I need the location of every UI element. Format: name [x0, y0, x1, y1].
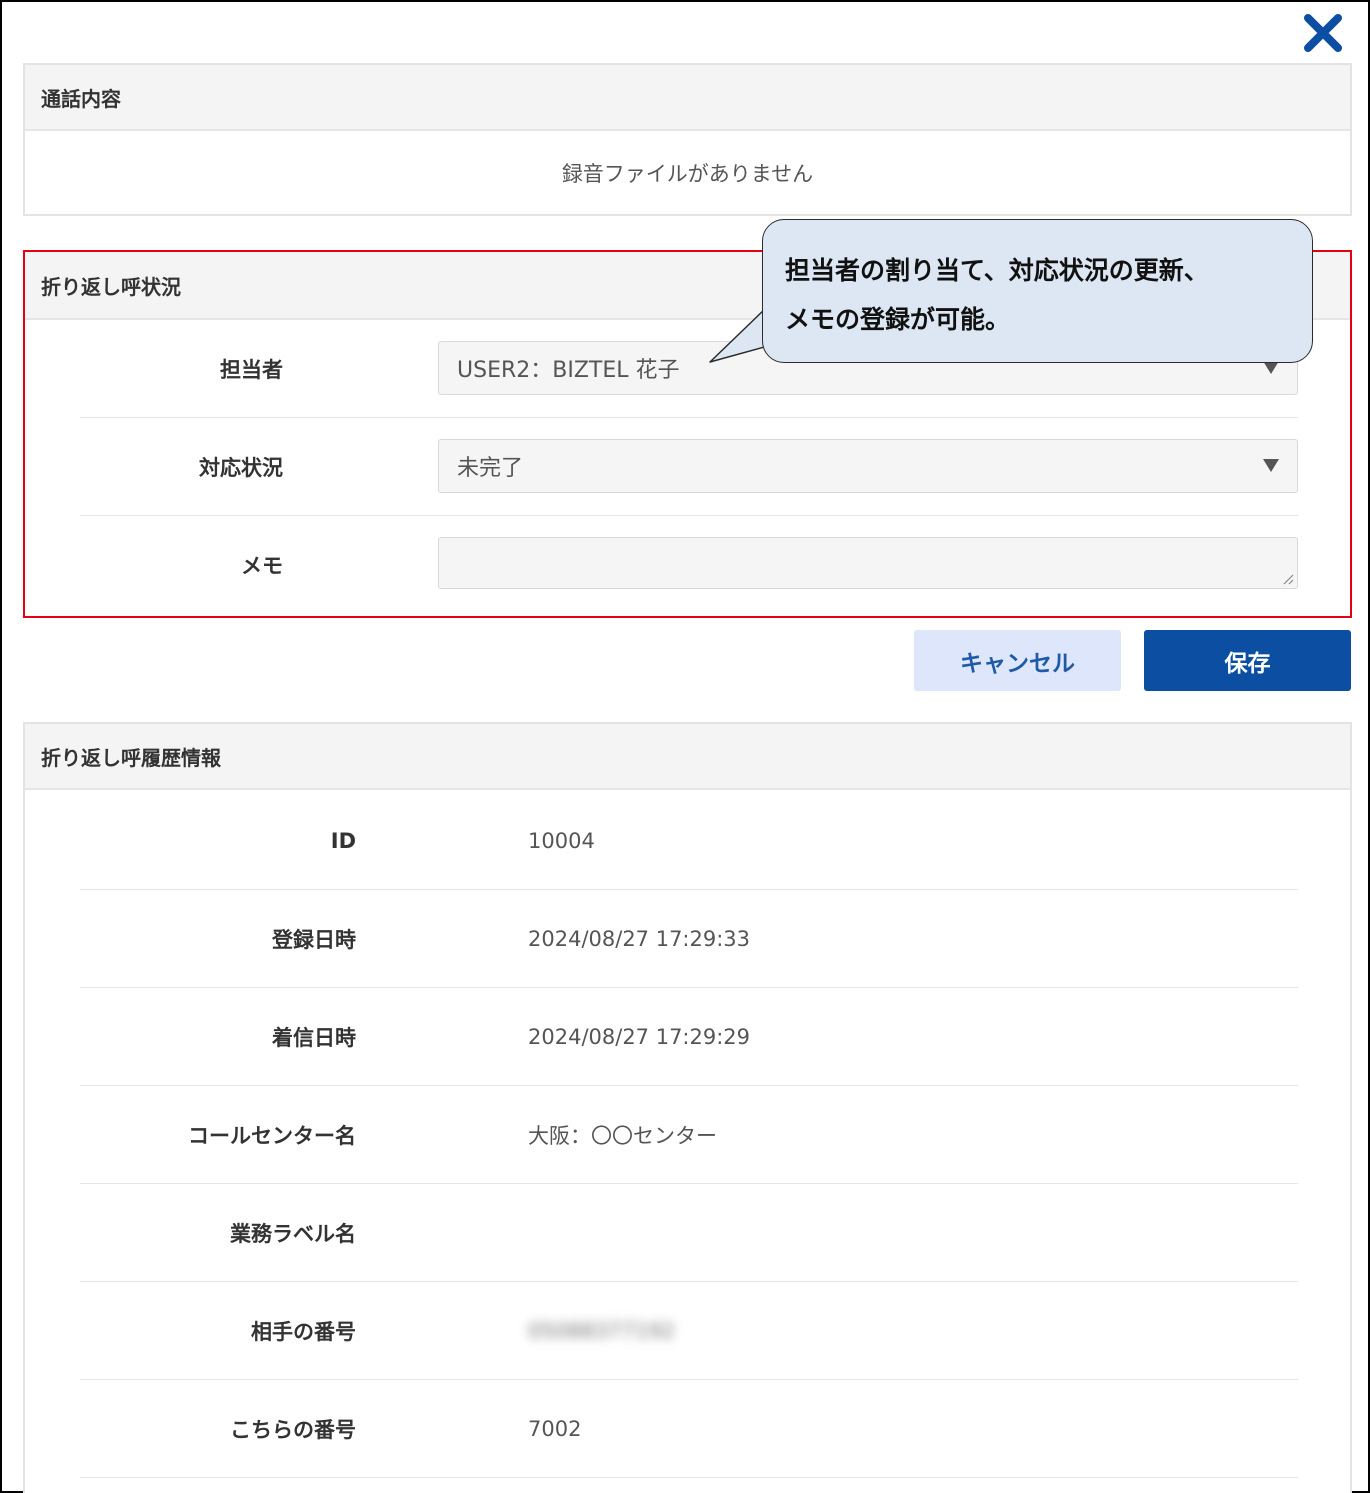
callback-history-title: 折り返し呼履歴情報 [25, 724, 1350, 790]
caller-number-label: 相手の番号 [251, 1320, 356, 1344]
callout-line-2: メモの登録が可能。 [785, 305, 1011, 334]
callout-pointer [709, 307, 769, 363]
memo-textarea[interactable] [438, 537, 1298, 589]
close-button[interactable] [1302, 12, 1344, 54]
history-row-business-label: 業務ラベル名 [80, 1184, 1298, 1282]
callout-line-1: 担当者の割り当て、対応状況の更新、 [785, 256, 1209, 285]
status-label: 対応状況 [199, 456, 283, 480]
registered-value: 2024/08/27 17:29:33 [528, 927, 751, 951]
resize-grip-icon[interactable] [1282, 573, 1294, 585]
save-button[interactable]: 保存 [1144, 630, 1351, 691]
caller-number-value: 05088377192 [528, 1319, 675, 1343]
status-row: 対応状況 未完了 [80, 418, 1298, 516]
history-row-received: 着信日時 2024/08/27 17:29:29 [80, 988, 1298, 1086]
our-number-value: 7002 [528, 1417, 582, 1441]
history-row-registered: 登録日時 2024/08/27 17:29:33 [80, 890, 1298, 988]
id-label: ID [330, 829, 356, 853]
id-value: 10004 [528, 829, 595, 853]
memo-row: メモ [80, 516, 1298, 614]
business-label-label: 業務ラベル名 [230, 1222, 356, 1246]
history-row-id: ID 10004 [80, 792, 1298, 890]
assignee-label: 担当者 [220, 358, 283, 382]
received-label: 着信日時 [272, 1026, 356, 1050]
memo-label: メモ [241, 554, 283, 578]
history-row-caller-number: 相手の番号 05088377192 [80, 1282, 1298, 1380]
callback-history-panel: 折り返し呼履歴情報 ID 10004 登録日時 2024/08/27 17:29… [23, 722, 1352, 1493]
received-value: 2024/08/27 17:29:29 [528, 1025, 751, 1049]
our-number-label: こちらの番号 [230, 1418, 356, 1442]
registered-label: 登録日時 [272, 928, 356, 952]
history-row-our-number: こちらの番号 7002 [80, 1380, 1298, 1478]
dropdown-arrow-icon [1263, 459, 1279, 472]
callout-pointer-join [764, 300, 772, 340]
history-row-callcenter: コールセンター名 大阪：〇〇センター [80, 1086, 1298, 1184]
callcenter-value: 大阪：〇〇センター [528, 1124, 717, 1148]
no-recording-message: 録音ファイルがありません [561, 161, 814, 186]
call-content-panel: 通話内容 録音ファイルがありません [23, 63, 1352, 216]
assignee-value: USER2：BIZTEL 花子 [457, 358, 680, 383]
status-value: 未完了 [457, 456, 524, 481]
callout-note: 担当者の割り当て、対応状況の更新、 メモの登録が可能。 [762, 219, 1313, 363]
callcenter-label: コールセンター名 [188, 1124, 356, 1148]
cancel-button[interactable]: キャンセル [914, 630, 1121, 691]
call-content-title: 通話内容 [25, 65, 1350, 131]
status-select[interactable]: 未完了 [438, 439, 1298, 493]
close-icon [1304, 14, 1342, 52]
